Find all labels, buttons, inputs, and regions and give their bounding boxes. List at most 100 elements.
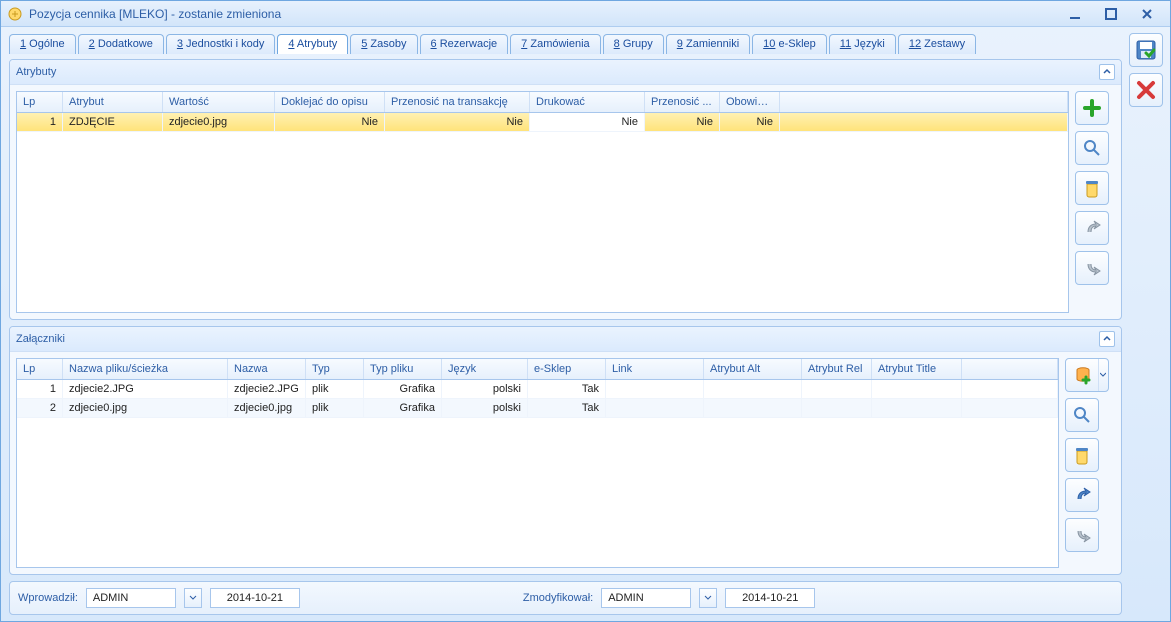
tab-języki[interactable]: 11 Języki — [829, 34, 896, 54]
col-filler — [780, 92, 1068, 112]
move-down-button[interactable] — [1075, 251, 1109, 285]
maximize-button[interactable] — [1094, 5, 1128, 23]
cell-wartosc: zdjecie0.jpg — [163, 113, 275, 131]
tab-zestawy[interactable]: 12 Zestawy — [898, 34, 976, 54]
add-attachment-button[interactable] — [1065, 358, 1109, 392]
cell-jezyk: polski — [442, 380, 528, 398]
table-row[interactable]: 1 ZDJĘCIE zdjecie0.jpg Nie Nie Nie Nie N… — [17, 113, 1068, 132]
table-row[interactable]: 1 zdjecie2.JPG zdjecie2.JPG plik Grafika… — [17, 380, 1058, 399]
tab-grupy[interactable]: 8 Grupy — [603, 34, 664, 54]
col-typpliku[interactable]: Typ pliku — [364, 359, 442, 379]
close-button[interactable] — [1130, 5, 1164, 23]
col-doklejac[interactable]: Doklejać do opisu — [275, 92, 385, 112]
cell-esklep: Tak — [528, 380, 606, 398]
tab-zamówienia[interactable]: 7 Zamówienia — [510, 34, 600, 54]
attributes-title: Atrybuty — [16, 66, 56, 78]
tab-e-sklep[interactable]: 10 e-Sklep — [752, 34, 827, 54]
col-title[interactable]: Atrybut Title — [872, 359, 962, 379]
col-atrybut[interactable]: Atrybut — [63, 92, 163, 112]
cell-typpliku: Grafika — [364, 399, 442, 417]
tab-strip: 1 Ogólne2 Dodatkowe3 Jednostki i kody4 A… — [9, 33, 1122, 53]
cell-drukowac: Nie — [530, 113, 645, 131]
col-sciezka[interactable]: Nazwa pliku/ścieżka — [63, 359, 228, 379]
cell-nazwa: zdjecie2.JPG — [228, 380, 306, 398]
cell-jezyk: polski — [442, 399, 528, 417]
cell-obow: Nie — [720, 113, 780, 131]
tab-atrybuty[interactable]: 4 Atrybuty — [277, 34, 348, 54]
col-alt[interactable]: Atrybut Alt — [704, 359, 802, 379]
zmodyfikowal-label: Zmodyfikował: — [523, 592, 593, 604]
tab-ogólne[interactable]: 1 Ogólne — [9, 34, 76, 54]
col-link[interactable]: Link — [606, 359, 704, 379]
cell-przen-trans: Nie — [385, 113, 530, 131]
cell-sciezka: zdjecie2.JPG — [63, 380, 228, 398]
attributes-grid-header: Lp Atrybut Wartość Doklejać do opisu Prz… — [17, 92, 1068, 113]
attachments-body: Lp Nazwa pliku/ścieżka Nazwa Typ Typ pli… — [10, 352, 1121, 574]
col-lp[interactable]: Lp — [17, 359, 63, 379]
col-typ[interactable]: Typ — [306, 359, 364, 379]
global-actions — [1126, 27, 1170, 621]
cell-typpliku: Grafika — [364, 380, 442, 398]
col-przen-trans[interactable]: Przenosić na transakcję — [385, 92, 530, 112]
move-up-button[interactable] — [1075, 211, 1109, 245]
cell-lp: 2 — [17, 399, 63, 417]
tab-jednostki-i-kody[interactable]: 3 Jednostki i kody — [166, 34, 275, 54]
cell-rel — [802, 380, 872, 398]
attributes-toolbar — [1075, 85, 1121, 319]
delete-button[interactable] — [1075, 171, 1109, 205]
attachments-grid-header: Lp Nazwa pliku/ścieżka Nazwa Typ Typ pli… — [17, 359, 1058, 380]
tab-zasoby[interactable]: 5 Zasoby — [350, 34, 417, 54]
col-przenosic[interactable]: Przenosić ... — [645, 92, 720, 112]
attachments-rows: 1 zdjecie2.JPG zdjecie2.JPG plik Grafika… — [17, 380, 1058, 567]
attributes-header: Atrybuty — [10, 60, 1121, 85]
attachments-grid[interactable]: Lp Nazwa pliku/ścieżka Nazwa Typ Typ pli… — [16, 358, 1059, 568]
col-nazwa[interactable]: Nazwa — [228, 359, 306, 379]
add-button[interactable] — [1075, 91, 1109, 125]
col-rel[interactable]: Atrybut Rel — [802, 359, 872, 379]
delete-button[interactable] — [1065, 438, 1099, 472]
cell-filler — [780, 113, 1068, 131]
cell-sciezka: zdjecie0.jpg — [63, 399, 228, 417]
attributes-panel: Atrybuty Lp Atrybut Wartość Dokle — [9, 59, 1122, 320]
attachments-title: Załączniki — [16, 333, 65, 345]
tab-rezerwacje[interactable]: 6 Rezerwacje — [420, 34, 509, 54]
cell-atrybut: ZDJĘCIE — [63, 113, 163, 131]
cell-typ: plik — [306, 380, 364, 398]
attachments-toolbar — [1065, 352, 1121, 574]
footer-bar: Wprowadził: ADMIN 2014-10-21 Zmodyfikowa… — [9, 581, 1122, 615]
cell-title — [872, 399, 962, 417]
cell-filler — [962, 399, 1058, 417]
attachments-collapse-button[interactable] — [1099, 331, 1115, 347]
cell-link — [606, 380, 704, 398]
col-esklep[interactable]: e-Sklep — [528, 359, 606, 379]
search-button[interactable] — [1075, 131, 1109, 165]
minimize-button[interactable] — [1058, 5, 1092, 23]
tab-zamienniki[interactable]: 9 Zamienniki — [666, 34, 750, 54]
dropdown-arrow-icon[interactable] — [1098, 359, 1106, 391]
wprowadzil-user: ADMIN — [86, 588, 176, 608]
content-area: 1 Ogólne2 Dodatkowe3 Jednostki i kody4 A… — [1, 27, 1126, 621]
col-obow[interactable]: Obowiąz... — [720, 92, 780, 112]
col-jezyk[interactable]: Język — [442, 359, 528, 379]
cell-rel — [802, 399, 872, 417]
zmodyfikowal-user: ADMIN — [601, 588, 691, 608]
app-icon — [7, 6, 23, 22]
col-lp[interactable]: Lp — [17, 92, 63, 112]
col-filler — [962, 359, 1058, 379]
col-wartosc[interactable]: Wartość — [163, 92, 275, 112]
save-button[interactable] — [1129, 33, 1163, 67]
move-down-button[interactable] — [1065, 518, 1099, 552]
col-drukowac[interactable]: Drukować — [530, 92, 645, 112]
close-button[interactable] — [1129, 73, 1163, 107]
wprowadzil-dropdown[interactable] — [184, 588, 202, 608]
search-button[interactable] — [1065, 398, 1099, 432]
cell-esklep: Tak — [528, 399, 606, 417]
tab-dodatkowe[interactable]: 2 Dodatkowe — [78, 34, 164, 54]
zmodyfikowal-dropdown[interactable] — [699, 588, 717, 608]
attributes-collapse-button[interactable] — [1099, 64, 1115, 80]
titlebar: Pozycja cennika [MLEKO] - zostanie zmien… — [1, 1, 1170, 27]
move-up-button[interactable] — [1065, 478, 1099, 512]
cell-alt — [704, 380, 802, 398]
attributes-grid[interactable]: Lp Atrybut Wartość Doklejać do opisu Prz… — [16, 91, 1069, 313]
table-row[interactable]: 2 zdjecie0.jpg zdjecie0.jpg plik Grafika… — [17, 399, 1058, 418]
